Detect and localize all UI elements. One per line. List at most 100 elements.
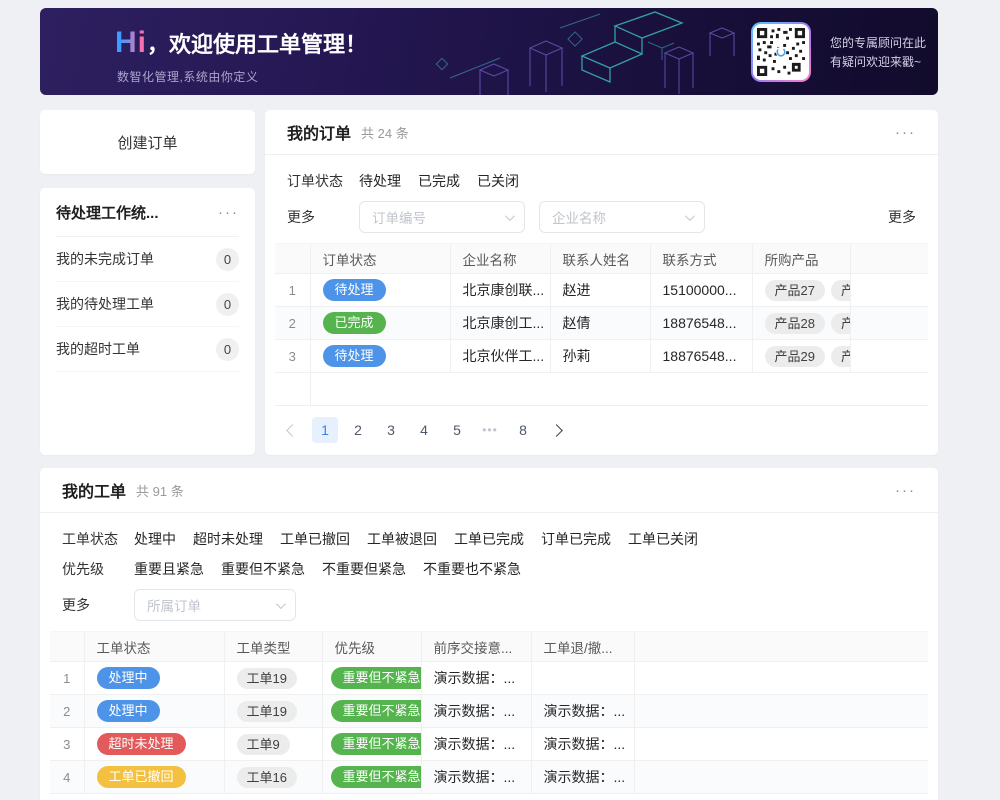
ticket-filter-option[interactable]: 重要且紧急 — [134, 559, 204, 579]
stat-item-label: 我的待处理工单 — [56, 294, 154, 314]
company-name-select[interactable]: 企业名称 — [539, 201, 705, 233]
ticket-filter-option[interactable]: 订单已完成 — [541, 529, 611, 549]
qr-code-pattern — [757, 28, 805, 76]
row-index: 1 — [50, 662, 84, 695]
company-cell: 北京康创联... — [450, 274, 550, 307]
ticket-filter-option[interactable]: 工单已完成 — [454, 529, 524, 549]
pagination-page-button[interactable]: 3 — [378, 417, 404, 443]
column-header: 订单状态 — [310, 244, 450, 274]
ticket-row[interactable]: 2处理中工单19重要但不紧急演示数据：...演示数据：... — [50, 695, 928, 728]
pagination-page-button[interactable]: 5 — [444, 417, 470, 443]
qr-code — [751, 22, 811, 82]
ticket-status-badge: 工单已撤回 — [97, 766, 186, 788]
order-status-filter-option[interactable]: 已完成 — [418, 171, 460, 191]
banner-title: Hi，欢迎使用工单管理！ — [115, 26, 367, 60]
more-menu-icon[interactable]: ··· — [218, 205, 239, 220]
ticket-filter-option[interactable]: 工单已关闭 — [628, 529, 698, 549]
banner-subtitle: 数智化管理,系统由你定义 — [117, 68, 258, 85]
order-status-badge: 已完成 — [323, 312, 386, 334]
orders-table: 订单状态企业名称联系人姓名联系方式所购产品 1待处理北京康创联...赵进1510… — [275, 243, 928, 406]
contact-cell: 赵倩 — [550, 307, 650, 340]
stat-item-label: 我的未完成订单 — [56, 249, 154, 269]
filler-cell — [850, 340, 928, 373]
ticket-filter-option[interactable]: 工单已撤回 — [280, 529, 350, 549]
order-row[interactable]: 2已完成北京康创工...赵倩18876548...产品28产 — [275, 307, 928, 340]
ticket-filter-option[interactable]: 重要但不紧急 — [221, 559, 305, 579]
row-index: 2 — [275, 307, 310, 340]
return-reason-cell: 演示数据：... — [531, 728, 634, 761]
stat-count-badge: 0 — [216, 248, 239, 271]
ticket-status-badge: 处理中 — [97, 667, 160, 689]
create-order-button[interactable]: 创建订单 — [40, 110, 255, 174]
ticket-row[interactable]: 3超时未处理工单9重要但不紧急演示数据：...演示数据：... — [50, 728, 928, 761]
filler-cell — [634, 761, 928, 794]
priority-badge: 重要但不紧急 — [331, 766, 422, 788]
order-number-select[interactable]: 订单编号 — [359, 201, 525, 233]
order-status-badge: 待处理 — [323, 279, 386, 301]
stat-count-badge: 0 — [216, 338, 239, 361]
ticket-filter-row: 优先级重要且紧急重要但不紧急不重要但紧急不重要也不紧急 — [62, 554, 916, 584]
tickets-more-label: 更多 — [62, 595, 134, 615]
order-status-filter-option[interactable]: 待处理 — [359, 171, 401, 191]
order-row[interactable]: 3待处理北京伙伴工...孙莉18876548...产品29产 — [275, 340, 928, 373]
ticket-row[interactable]: 1处理中工单19重要但不紧急演示数据：... — [50, 662, 928, 695]
more-menu-icon[interactable]: ··· — [895, 125, 916, 140]
pagination-prev-button[interactable] — [279, 417, 305, 443]
pagination-ellipsis: ••• — [477, 417, 503, 443]
filler-cell — [634, 662, 928, 695]
product-tag: 产品27 — [765, 280, 825, 301]
stats-list: 我的未完成订单0我的待处理工单0我的超时工单0 — [56, 237, 239, 372]
order-status-cell: 待处理 — [310, 340, 450, 373]
stat-item[interactable]: 我的超时工单0 — [56, 327, 239, 372]
pagination-next-button[interactable] — [543, 417, 569, 443]
stat-item[interactable]: 我的待处理工单 0 — [56, 282, 239, 327]
order-row[interactable]: 1待处理北京康创联...赵进15100000...产品27产 — [275, 274, 928, 307]
product-tag: 产 — [831, 346, 850, 367]
ticket-filter-option[interactable]: 工单被退回 — [367, 529, 437, 549]
ticket-filter-option[interactable]: 超时未处理 — [193, 529, 263, 549]
stat-count-badge: 0 — [216, 293, 239, 316]
order-number-placeholder: 订单编号 — [372, 207, 426, 227]
column-header: 优先级 — [322, 632, 421, 662]
ticket-row[interactable]: 4工单已撤回工单16重要但不紧急演示数据：...演示数据：... — [50, 761, 928, 794]
pending-work-stats-card: 待处理工作统... ··· 我的未完成订单0我的待处理工单0我的超时工单0 — [40, 188, 255, 455]
ticket-filter-option[interactable]: 处理中 — [134, 529, 176, 549]
pre-handover-cell: 演示数据：... — [421, 662, 531, 695]
order-status-cell: 已完成 — [310, 307, 450, 340]
column-header: 企业名称 — [450, 244, 550, 274]
return-reason-cell: 演示数据：... — [531, 761, 634, 794]
pagination-page-button[interactable]: 8 — [510, 417, 536, 443]
filler-cell — [634, 695, 928, 728]
company-cell: 北京康创工... — [450, 307, 550, 340]
ticket-status-badge: 超时未处理 — [97, 733, 186, 755]
ticket-status-badge: 处理中 — [97, 700, 160, 722]
my-tickets-panel: 我的工单 共 91 条 ··· 工单状态处理中超时未处理工单已撤回工单被退回工单… — [40, 468, 938, 800]
order-status-filter-option[interactable]: 已关闭 — [477, 171, 519, 191]
empty-row — [275, 373, 928, 406]
pagination-page-button[interactable]: 1 — [312, 417, 338, 443]
priority-badge: 重要但不紧急 — [331, 733, 422, 755]
filler-column-header — [850, 244, 928, 274]
stats-card-title: 待处理工作统... — [56, 202, 159, 223]
index-column-header — [275, 244, 310, 274]
ticket-filter-label: 工单状态 — [62, 529, 134, 549]
pagination-page-button[interactable]: 2 — [345, 417, 371, 443]
order-status-badge: 待处理 — [323, 345, 386, 367]
qr-caption: 您的专属顾问在此 有疑问欢迎来戳~ — [830, 34, 926, 72]
pagination-page-button[interactable]: 4 — [411, 417, 437, 443]
stat-item[interactable]: 我的未完成订单 0 — [56, 237, 239, 282]
parent-order-select[interactable]: 所属订单 — [134, 589, 296, 621]
chevron-down-icon — [685, 211, 695, 221]
priority-cell: 重要但不紧急 — [322, 728, 421, 761]
priority-cell: 重要但不紧急 — [322, 662, 421, 695]
my-orders-panel: 我的订单 共 24 条 ··· 订单状态 待处理已完成已关闭 更多 订单编号 企… — [265, 110, 938, 455]
filler-cell — [850, 274, 928, 307]
orders-more-link[interactable]: 更多 — [888, 207, 916, 227]
more-menu-icon[interactable]: ··· — [895, 483, 916, 498]
ticket-filter-option[interactable]: 不重要也不紧急 — [423, 559, 521, 579]
ticket-filter-label: 优先级 — [62, 559, 134, 579]
tickets-panel-title: 我的工单 — [62, 478, 126, 502]
tickets-table: 工单状态工单类型优先级前序交接意...工单退/撤... 1处理中工单19重要但不… — [50, 631, 928, 794]
qr-caption-line2: 有疑问欢迎来戳~ — [830, 53, 926, 72]
ticket-filter-option[interactable]: 不重要但紧急 — [322, 559, 406, 579]
